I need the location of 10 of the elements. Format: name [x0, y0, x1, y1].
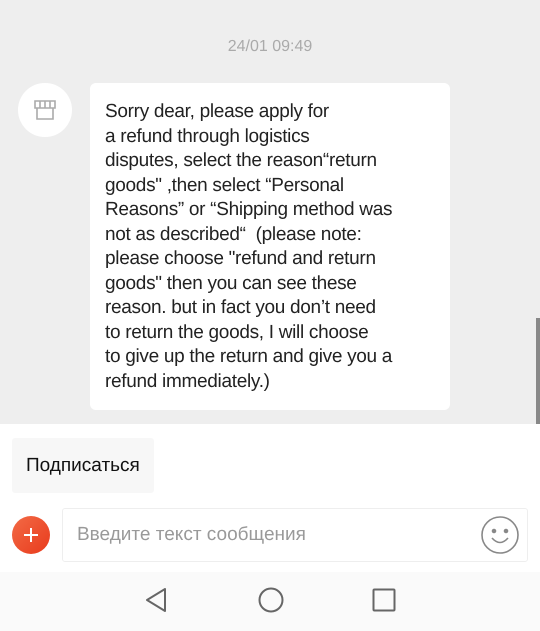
add-button[interactable] [12, 516, 50, 554]
message-timestamp: 24/01 09:49 [226, 38, 314, 57]
message-input-field[interactable]: Введите текст сообщения [62, 508, 528, 562]
home-icon[interactable] [258, 586, 284, 612]
plus-icon [22, 526, 40, 544]
message-bubble: Sorry dear, please apply for a refund through logistics disputes, select the reason“return goods" ,then select “Personal Reasons” or “Shipping method was not as described“ (please note: please choose "refund and return goods" then you can see these reason. but in fact you don’t need to return the goods, I will choose to give up the return and give you a refund immediately.) [90, 83, 450, 410]
smiley-icon[interactable] [480, 515, 520, 555]
recents-icon[interactable] [372, 588, 396, 612]
subscribe-button[interactable]: Подписаться [12, 438, 154, 493]
store-icon [33, 98, 57, 122]
